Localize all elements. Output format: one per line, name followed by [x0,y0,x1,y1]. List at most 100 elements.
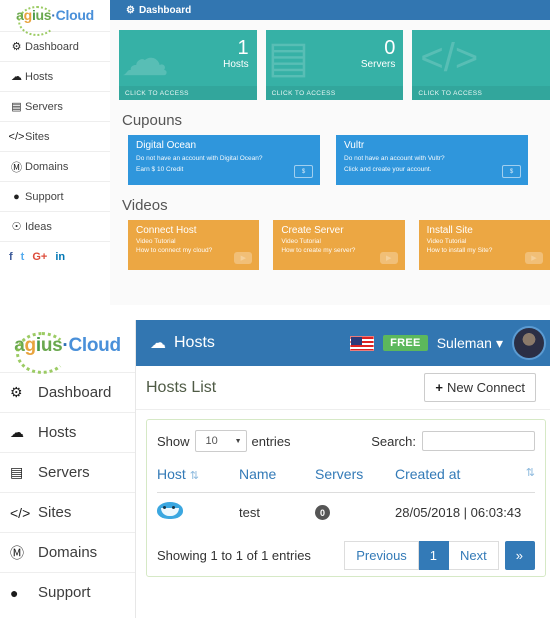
brand-logo[interactable]: agius·Cloud [0,0,110,36]
facebook-icon[interactable]: f [9,251,13,263]
pagination-page-1[interactable]: 1 [418,541,450,570]
stat-tile-hosts[interactable]: ☁ 1 Hosts CLICK TO ACCESS [119,30,257,100]
video-connect-host[interactable]: Connect Host Video Tutorial How to conne… [128,220,260,270]
video-line1: Video Tutorial [426,238,467,245]
server-icon: ▤ [267,33,310,82]
sidebar-item-hosts[interactable]: ☁ Hosts [0,412,135,452]
sidebar-item-servers[interactable]: ▤ Servers [0,452,135,492]
table-controls: Show 10 ▼ entries Search: [157,430,535,452]
table-row[interactable]: test 0 28/05/2018 | 06:03:43 [157,492,535,531]
sidebar-item-label: Support [25,190,64,203]
stat-tiles: ☁ 1 Hosts CLICK TO ACCESS ▤ 0 Servers CL… [110,20,550,100]
sidebar-item-domains[interactable]: Ⓜ Domains [0,532,135,572]
search-input[interactable] [422,431,535,451]
table-header-row: Host ⇅ Name Servers Created at ⇅ [157,462,535,493]
table-footer: Showing 1 to 1 of 1 entries Previous 1 N… [157,531,535,570]
server-icon: ▤ [11,101,22,113]
play-icon: ▶ [234,252,253,264]
sidebar-item-hosts[interactable]: ☁ Hosts [0,61,110,91]
pagination-last[interactable]: » [504,541,535,570]
search-group: Search: [371,431,535,451]
play-icon: ▶ [379,252,398,264]
sidebar-item-sites[interactable]: </> Sites [0,492,135,532]
sidebar-item-label: Dashboard [25,40,79,53]
social-links: f t G+ in [0,241,110,272]
sidebar-nav-top: ⚙ Dashboard ☁ Hosts ▤ Servers </> Sites Ⓜ Dom… [0,31,110,241]
lightbulb-icon: ☉ [11,221,22,233]
comment-icon: ● [13,190,20,203]
coupon-line2: Click and create your account. [344,166,432,173]
money-icon: $ [294,165,313,178]
chevron-down-icon: ▼ [234,437,242,445]
chevron-down-icon: ▾ [495,334,503,351]
sidebar-item-label: Support [38,584,91,601]
logo-arc-icon [18,5,57,36]
new-connect-button[interactable]: + New Connect [424,373,536,402]
sidebar-nav-bottom: ⚙ Dashboard ☁ Hosts ▤ Servers </> Sites Ⓜ Dom… [0,372,135,612]
sidebar-item-support[interactable]: ● Support [0,181,110,211]
sidebar-item-ideas[interactable]: ☉ Ideas [0,211,110,241]
sidebar-item-domains[interactable]: Ⓜ Domains [0,151,110,181]
sidebar-item-dashboard[interactable]: ⚙ Dashboard [0,372,135,412]
stat-label: Servers [360,59,396,70]
entries-label: entries [251,433,291,449]
linkedin-icon[interactable]: in [55,251,65,263]
sidebar-item-dashboard[interactable]: ⚙ Dashboard [0,31,110,61]
coupon-vultr[interactable]: Vultr Do not have an account with Vultr?… [336,135,528,185]
page-size-select[interactable]: 10 ▼ [194,430,247,452]
sidebar-item-label: Ideas [25,220,52,233]
sidebar-item-sites[interactable]: </> Sites [0,121,110,151]
entries-info: Showing 1 to 1 of 1 entries [157,548,311,563]
google-plus-icon[interactable]: G+ [32,251,47,263]
video-line1: Video Tutorial [136,238,176,245]
main-content-top: ⚙ Dashboard ☁ 1 Hosts CLICK TO ACCESS ▤ … [110,0,550,305]
video-title: Create Server [281,225,344,236]
page-title: Dashboard [138,4,192,16]
code-icon: </> [420,36,479,80]
column-header-created-at[interactable]: Created at ⇅ [395,462,535,493]
coupon-line1: Do not have an account with Digital Ocea… [136,155,263,162]
tile-cta: CLICK TO ACCESS [265,86,404,100]
sidebar-item-label: Hosts [38,424,77,441]
us-flag-icon[interactable] [350,335,375,351]
brand-logo[interactable]: agius·Cloud [0,320,135,374]
panel-title: Hosts List [146,378,217,396]
binoculars-icon: Ⓜ [11,161,22,174]
cell-name: test [239,492,315,531]
panel-header: Hosts List + New Connect [136,366,550,410]
video-install-site[interactable]: Install Site Video Tutorial How to insta… [418,220,550,270]
search-label: Search: [371,433,416,449]
sidebar-item-label: Domains [38,544,98,561]
column-header-host[interactable]: Host ⇅ [157,462,239,493]
cloud-icon: ☁ [11,71,22,83]
sort-icon: ⇅ [525,467,535,479]
coupon-title: Vultr [344,140,365,151]
twitter-icon[interactable]: t [21,251,25,263]
stat-tile-sites[interactable]: </> CLICK TO ACCESS [412,30,550,100]
show-label: Show [157,433,190,449]
column-header-servers[interactable]: Servers [315,462,395,493]
video-create-server[interactable]: Create Server Video Tutorial How to crea… [273,220,405,270]
sort-icon: ⇅ [189,470,200,482]
coupon-digital-ocean[interactable]: Digital Ocean Do not have an account wit… [128,135,320,185]
bottom-header-bar: ☁ Hosts FREE Suleman ▾ [136,320,550,366]
sidebar-item-label: Hosts [25,70,54,83]
sidebar-item-support[interactable]: ● Support [0,572,135,612]
cloud-icon: ☁ [150,335,166,352]
cell-created-at: 28/05/2018 | 06:03:43 [395,492,535,531]
avatar[interactable] [512,326,546,360]
stat-label: Hosts [223,59,249,70]
plus-icon: + [435,380,443,395]
money-icon: $ [502,165,521,178]
app-screenshot: agius·Cloud ⚙ Dashboard ☁ Hosts ▤ Servers <… [0,0,550,618]
pagination-previous[interactable]: Previous [344,541,419,570]
main-content-bottom: ☁ Hosts FREE Suleman ▾ Hosts List + New … [136,320,550,618]
stat-tile-servers[interactable]: ▤ 0 Servers CLICK TO ACCESS [265,30,404,100]
logo-arc-icon [16,332,69,374]
pagination-next[interactable]: Next [449,541,499,570]
user-menu[interactable]: Suleman ▾ [437,335,503,352]
coupon-title: Digital Ocean [136,140,197,151]
sidebar-item-servers[interactable]: ▤ Servers [0,91,110,121]
video-title: Install Site [426,225,473,236]
column-header-name[interactable]: Name [239,462,315,493]
